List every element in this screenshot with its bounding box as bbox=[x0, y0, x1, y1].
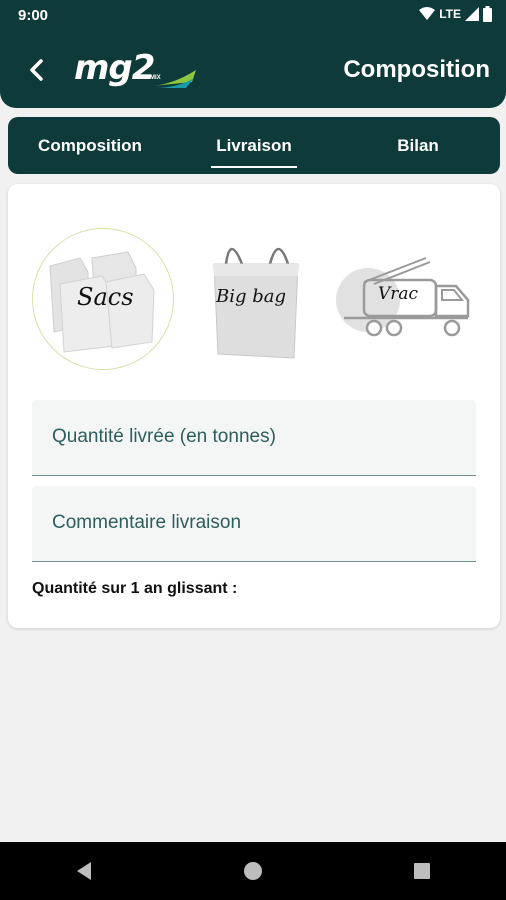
page-title: Composition bbox=[343, 56, 490, 83]
comment-field[interactable]: Commentaire livraison bbox=[32, 486, 476, 562]
logo-swoosh-icon bbox=[152, 70, 196, 88]
rolling-quantity-label: Quantité sur 1 an glissant : bbox=[32, 580, 238, 597]
option-label: Big bag bbox=[216, 286, 287, 307]
back-button[interactable] bbox=[20, 54, 52, 86]
delivery-card: Sacs Big bag Vrac Quantité livrée (en to bbox=[8, 184, 500, 628]
square-recents-icon bbox=[413, 863, 430, 879]
delivery-option-vrac[interactable]: Vrac bbox=[334, 254, 476, 344]
tab-label: Composition bbox=[38, 135, 142, 155]
tab-bar: Composition Livraison Bilan bbox=[8, 117, 500, 174]
battery-icon bbox=[483, 6, 492, 22]
chevron-left-icon bbox=[30, 59, 43, 81]
logo-sub: MIX bbox=[150, 75, 161, 81]
signal-icon bbox=[465, 7, 479, 21]
tab-label: Livraison bbox=[216, 135, 292, 155]
tab-bilan[interactable]: Bilan bbox=[336, 117, 500, 174]
tab-label: Bilan bbox=[397, 135, 439, 155]
network-type: LTE bbox=[439, 7, 461, 21]
app-logo: mg2 MIX bbox=[74, 48, 204, 92]
system-nav-bar bbox=[0, 842, 506, 900]
nav-back-button[interactable] bbox=[70, 857, 98, 885]
option-label: Sacs bbox=[77, 283, 134, 311]
quantity-field-label: Quantité livrée (en tonnes) bbox=[52, 426, 276, 447]
app-bar: mg2 MIX Composition bbox=[0, 32, 506, 108]
option-label: Vrac bbox=[378, 284, 419, 304]
wifi-icon bbox=[419, 7, 436, 20]
delivery-option-sacs[interactable]: Sacs bbox=[32, 228, 174, 370]
delivery-option-big-bag[interactable]: Big bag bbox=[204, 236, 308, 364]
nav-recents-button[interactable] bbox=[408, 857, 436, 885]
status-time: 9:00 bbox=[18, 7, 49, 24]
tab-livraison[interactable]: Livraison bbox=[172, 117, 336, 174]
triangle-back-icon bbox=[77, 862, 92, 880]
tab-composition[interactable]: Composition bbox=[8, 117, 172, 174]
nav-home-button[interactable] bbox=[239, 857, 267, 885]
status-bar: 9:00 LTE bbox=[0, 0, 506, 32]
quantity-field[interactable]: Quantité livrée (en tonnes) bbox=[32, 400, 476, 476]
status-icons: LTE bbox=[419, 6, 492, 22]
circle-home-icon bbox=[243, 862, 262, 880]
comment-field-label: Commentaire livraison bbox=[52, 512, 242, 533]
